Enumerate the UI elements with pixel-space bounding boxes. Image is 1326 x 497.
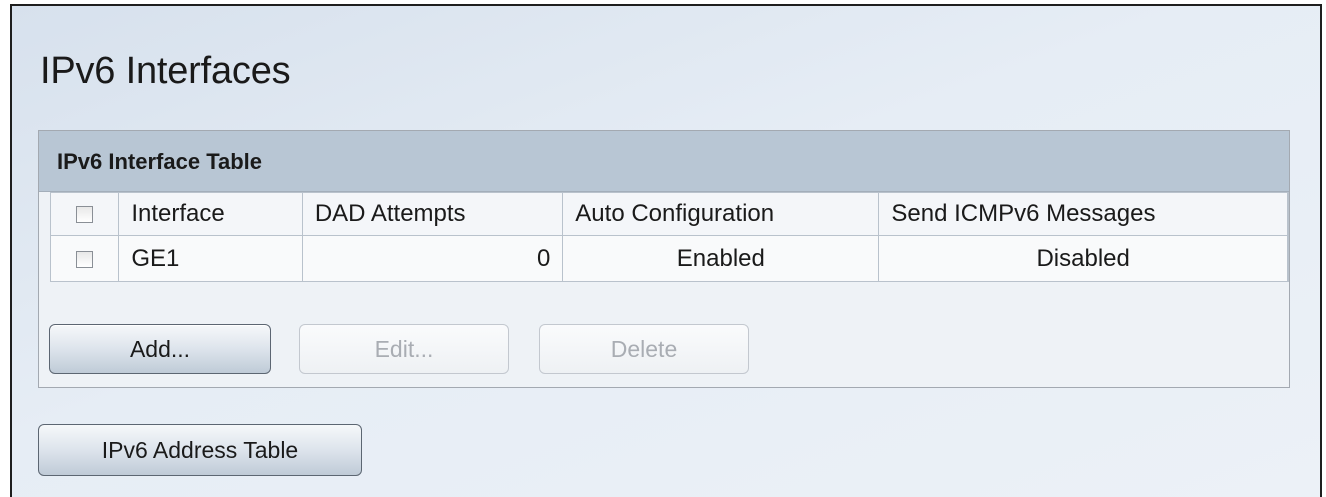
column-header-interface: Interface bbox=[118, 192, 303, 236]
interface-grid: Interface DAD Attempts Auto Configuratio… bbox=[49, 192, 1290, 282]
table-row[interactable]: GE1 0 Enabled Disabled bbox=[49, 235, 1290, 282]
edit-button[interactable]: Edit... bbox=[299, 324, 509, 374]
column-header-auto-configuration: Auto Configuration bbox=[562, 192, 880, 236]
row-select-cell bbox=[49, 235, 120, 282]
add-button[interactable]: Add... bbox=[49, 324, 271, 374]
select-all-checkbox[interactable] bbox=[76, 206, 94, 224]
cell-auto-configuration: Enabled bbox=[562, 235, 880, 282]
row-spacer bbox=[1286, 235, 1290, 282]
row-checkbox[interactable] bbox=[76, 250, 94, 268]
page-title: IPv6 Interfaces bbox=[40, 50, 291, 92]
column-header-send-icmpv6-messages: Send ICMPv6 Messages bbox=[878, 192, 1288, 236]
ipv6-address-table-button[interactable]: IPv6 Address Table bbox=[38, 424, 362, 476]
select-all-cell bbox=[49, 192, 120, 236]
column-header-spacer bbox=[1286, 192, 1290, 236]
column-header-dad-attempts: DAD Attempts bbox=[301, 192, 564, 236]
page-frame: IPv6 Interfaces IPv6 Interface Table Int… bbox=[10, 4, 1322, 497]
delete-button[interactable]: Delete bbox=[539, 324, 749, 374]
cell-interface: GE1 bbox=[118, 235, 303, 282]
ipv6-interface-table: IPv6 Interface Table Interface DAD Attem… bbox=[38, 130, 1290, 388]
cell-dad-attempts: 0 bbox=[301, 235, 564, 282]
table-header-row: Interface DAD Attempts Auto Configuratio… bbox=[49, 192, 1290, 236]
table-caption: IPv6 Interface Table bbox=[39, 131, 1289, 192]
cell-send-icmpv6-messages: Disabled bbox=[878, 235, 1288, 282]
